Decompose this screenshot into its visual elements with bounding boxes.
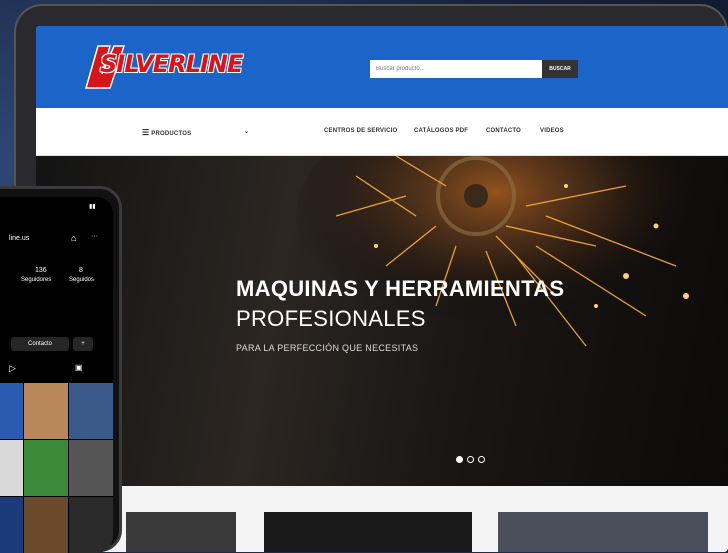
following-label: Seguidos <box>69 277 94 283</box>
main-nav: ☰ PRODUCTOS ⌄ CENTROS DE SERVICIO CATÁLO… <box>36 108 728 156</box>
posts-count: 136 <box>35 267 47 274</box>
product-card[interactable] <box>498 512 708 552</box>
grid-photo[interactable] <box>24 440 68 496</box>
nav-item-service-centers[interactable]: CENTROS DE SERVICIO <box>324 128 397 134</box>
grid-photo[interactable] <box>24 383 68 439</box>
grid-photo[interactable] <box>69 440 113 496</box>
slider-dot-1[interactable] <box>456 456 463 463</box>
grid-photo[interactable] <box>0 383 23 439</box>
phone-device: ▮▮ line.us ⌂ ··· 136 Seguidores 8 Seguid… <box>0 186 122 552</box>
search-input[interactable] <box>370 60 542 78</box>
product-card[interactable] <box>126 512 236 552</box>
photo-grid <box>0 383 113 553</box>
hero-title: MAQUINAS Y HERRAMIENTAS <box>236 276 564 302</box>
website-screen: SILVERLINE BUSCAR ☰ PRODUCTOS ⌄ CENTROS … <box>36 26 728 552</box>
add-user-icon[interactable]: + <box>73 337 93 351</box>
site-header: SILVERLINE BUSCAR <box>36 26 728 108</box>
posts-label: Seguidores <box>21 277 51 283</box>
product-card[interactable] <box>264 512 472 552</box>
product-cards <box>36 486 728 552</box>
brand-name[interactable]: SILVERLINE <box>100 50 242 78</box>
phone-screen: ▮▮ line.us ⌂ ··· 136 Seguidores 8 Seguid… <box>0 197 113 553</box>
nav-item-videos[interactable]: VIDEOS <box>540 128 564 134</box>
following-count: 8 <box>79 267 83 274</box>
more-icon[interactable]: ··· <box>91 233 98 240</box>
hero-subtitle: PARA LA PERFECCIÓN QUE NECESITAS <box>236 343 418 353</box>
tagged-icon[interactable]: ▣ <box>75 363 83 372</box>
bell-icon[interactable]: ⌂ <box>71 233 76 243</box>
slider-dot-2[interactable] <box>467 456 474 463</box>
grid-photo[interactable] <box>69 497 113 553</box>
nav-item-catalogs[interactable]: CATÁLOGOS PDF <box>414 128 468 134</box>
slider-dots <box>456 456 485 463</box>
phone-username: line.us <box>9 235 29 242</box>
battery-icon: ▮▮ <box>89 203 96 210</box>
play-icon[interactable]: ▷ <box>9 363 16 374</box>
hero-slider[interactable]: MAQUINAS Y HERRAMIENTAS PROFESIONALES PA… <box>36 156 728 486</box>
nav-products[interactable]: ☰ PRODUCTOS <box>142 128 191 137</box>
grid-photo[interactable] <box>0 497 23 553</box>
menu-icon: ☰ <box>142 128 149 137</box>
slider-dot-3[interactable] <box>478 456 485 463</box>
grid-photo[interactable] <box>69 383 113 439</box>
grid-photo[interactable] <box>0 440 23 496</box>
grid-photo[interactable] <box>24 497 68 553</box>
chevron-down-icon[interactable]: ⌄ <box>244 128 249 135</box>
nav-item-contact[interactable]: CONTACTO <box>486 128 521 134</box>
nav-products-label: PRODUCTOS <box>151 131 191 137</box>
search-button[interactable]: BUSCAR <box>542 60 578 78</box>
contact-button[interactable]: Contacto <box>11 337 69 351</box>
hero-title-line2: PROFESIONALES <box>236 306 426 332</box>
